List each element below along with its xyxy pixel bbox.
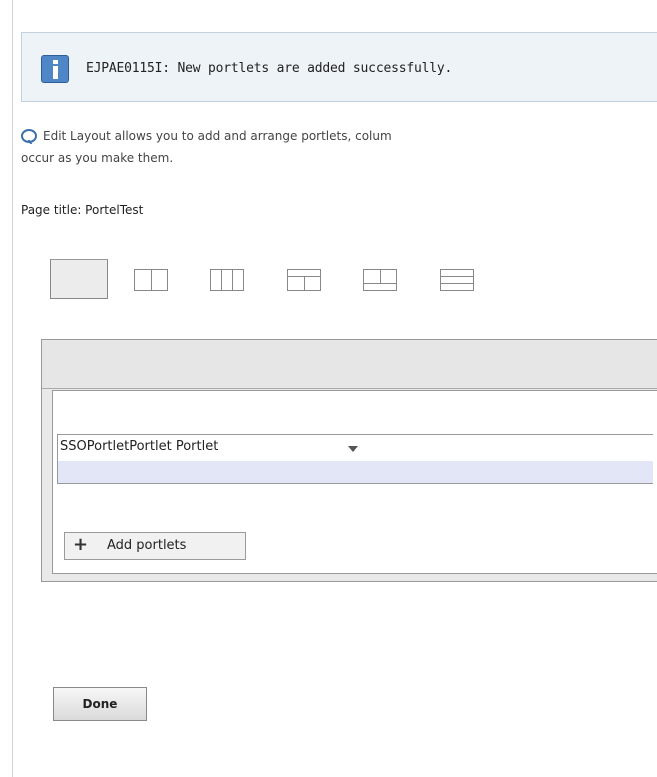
layout-two-columns[interactable] [134, 269, 168, 291]
portlet-title: SSOPortletPortlet Portlet [60, 439, 219, 454]
success-message: EJPAE0115I: New portlets are added succe… [21, 32, 657, 102]
help-text-line2: occur as you make them. [21, 151, 174, 165]
add-portlets-button[interactable]: + Add portlets [64, 532, 246, 560]
layout-header-two-columns[interactable] [287, 269, 321, 291]
info-icon [41, 55, 69, 83]
page-title: Page title: PortelTest [21, 203, 144, 217]
add-portlets-label: Add portlets [107, 538, 187, 553]
plus-icon: + [73, 534, 89, 555]
message-text: EJPAE0115I: New portlets are added succe… [86, 61, 453, 76]
speech-bubble-icon [21, 129, 37, 143]
done-button[interactable]: Done [53, 687, 147, 721]
layout-header-one-column[interactable] [440, 269, 474, 291]
help-text-line1: Edit Layout allows you to add and arrang… [43, 129, 392, 143]
container-header [42, 340, 657, 389]
chevron-down-icon[interactable] [348, 446, 358, 452]
portlet-body [58, 461, 653, 483]
left-divider [12, 0, 13, 777]
layout-two-columns-footer[interactable] [363, 269, 397, 291]
portlet-ssoportlet[interactable]: SSOPortletPortlet Portlet [57, 434, 653, 484]
layout-one-column[interactable] [50, 259, 108, 299]
layout-three-columns[interactable] [210, 269, 244, 291]
layout-container: SSOPortletPortlet Portlet + Add portlets [41, 339, 657, 582]
